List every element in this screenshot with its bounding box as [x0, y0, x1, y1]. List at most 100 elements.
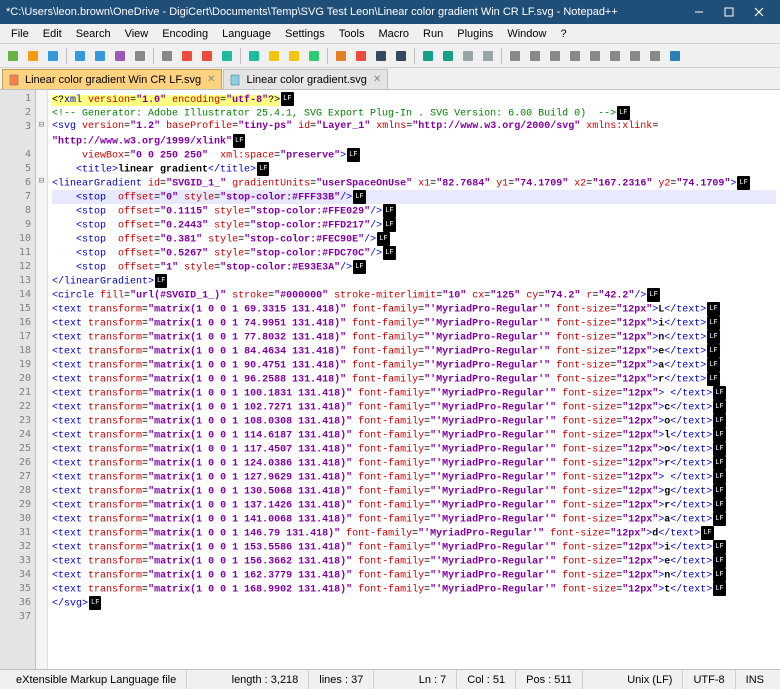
- code-line[interactable]: <text transform="matrix(1 0 0 1 77.8032 …: [52, 330, 776, 344]
- code-line[interactable]: <svg version="1.2" baseProfile="tiny-ps"…: [52, 120, 776, 134]
- status-mode[interactable]: INS: [736, 670, 774, 689]
- code-line[interactable]: <text transform="matrix(1 0 0 1 141.0068…: [52, 512, 776, 526]
- code-line[interactable]: </svg>LF: [52, 596, 776, 610]
- menu-view[interactable]: View: [118, 26, 156, 42]
- toolbar-button-0[interactable]: [4, 47, 22, 65]
- menu-edit[interactable]: Edit: [36, 26, 69, 42]
- toolbar-button-1[interactable]: [24, 47, 42, 65]
- tab-1[interactable]: Linear color gradient.svg ✕: [223, 69, 388, 89]
- toolbar-button-10[interactable]: [218, 47, 236, 65]
- menu-tools[interactable]: Tools: [332, 26, 372, 42]
- menu-help[interactable]: ?: [553, 26, 573, 42]
- code-line[interactable]: <linearGradient id="SVGID_1_" gradientUn…: [52, 176, 776, 190]
- menu-macro[interactable]: Macro: [371, 26, 416, 42]
- toolbar-button-28[interactable]: [606, 47, 624, 65]
- toolbar-button-12[interactable]: [265, 47, 283, 65]
- toolbar-button-8[interactable]: [178, 47, 196, 65]
- code-line[interactable]: </linearGradient>LF: [52, 274, 776, 288]
- toolbar-button-25[interactable]: [546, 47, 564, 65]
- code-line[interactable]: <circle fill="url(#SVGID_1_)" stroke="#0…: [52, 288, 776, 302]
- code-line[interactable]: <stop offset="0" style="stop-color:#FFF3…: [52, 190, 776, 204]
- menu-window[interactable]: Window: [500, 26, 553, 42]
- toolbar-button-6[interactable]: [131, 47, 149, 65]
- menubar: FileEditSearchViewEncodingLanguageSettin…: [0, 24, 780, 44]
- code-line[interactable]: <text transform="matrix(1 0 0 1 127.9629…: [52, 470, 776, 484]
- code-line[interactable]: <text transform="matrix(1 0 0 1 117.4507…: [52, 442, 776, 456]
- tab-0[interactable]: Linear color gradient Win CR LF.svg✕: [2, 69, 222, 89]
- toolbar-button-7[interactable]: [158, 47, 176, 65]
- menu-settings[interactable]: Settings: [278, 26, 332, 42]
- code-line[interactable]: <text transform="matrix(1 0 0 1 74.9951 …: [52, 316, 776, 330]
- code-line[interactable]: <stop offset="0.1115" style="stop-color:…: [52, 204, 776, 218]
- toolbar-button-20[interactable]: [439, 47, 457, 65]
- toolbar-button-19[interactable]: [419, 47, 437, 65]
- toolbar-button-2[interactable]: [44, 47, 62, 65]
- menu-search[interactable]: Search: [69, 26, 118, 42]
- toolbar-button-29[interactable]: [626, 47, 644, 65]
- window-title: *C:\Users\leon.brown\OneDrive - DigiCert…: [6, 6, 684, 18]
- code-line[interactable]: <text transform="matrix(1 0 0 1 96.2588 …: [52, 372, 776, 386]
- code-line[interactable]: <text transform="matrix(1 0 0 1 108.0308…: [52, 414, 776, 428]
- code-line[interactable]: <text transform="matrix(1 0 0 1 102.7271…: [52, 400, 776, 414]
- code-line[interactable]: "http://www.w3.org/1999/xlink"LF: [52, 134, 776, 148]
- toolbar-button-21[interactable]: [459, 47, 477, 65]
- toolbar-button-13[interactable]: [285, 47, 303, 65]
- code-line[interactable]: <stop offset="1" style="stop-color:#E93E…: [52, 260, 776, 274]
- menu-plugins[interactable]: Plugins: [450, 26, 500, 42]
- status-eol[interactable]: Unix (LF): [617, 670, 683, 689]
- editor[interactable]: 1234567891011121314151617181920212223242…: [0, 90, 780, 669]
- code-line[interactable]: <stop offset="0.2443" style="stop-color:…: [52, 218, 776, 232]
- code-line[interactable]: <text transform="matrix(1 0 0 1 114.6187…: [52, 428, 776, 442]
- code-area[interactable]: <?xml version="1.0" encoding="utf-8"?>LF…: [48, 90, 780, 669]
- toolbar-button-31[interactable]: [666, 47, 684, 65]
- code-line[interactable]: [52, 610, 776, 624]
- code-line[interactable]: <stop offset="0.381" style="stop-color:#…: [52, 232, 776, 246]
- toolbar-button-16[interactable]: [352, 47, 370, 65]
- maximize-button[interactable]: [714, 0, 744, 24]
- toolbar-button-22[interactable]: [479, 47, 497, 65]
- code-line[interactable]: <stop offset="0.5267" style="stop-color:…: [52, 246, 776, 260]
- code-line[interactable]: <text transform="matrix(1 0 0 1 162.3779…: [52, 568, 776, 582]
- menu-encoding[interactable]: Encoding: [155, 26, 215, 42]
- menu-run[interactable]: Run: [416, 26, 450, 42]
- menu-file[interactable]: File: [4, 26, 36, 42]
- minimize-button[interactable]: [684, 0, 714, 24]
- code-line[interactable]: <title>linear gradient</title>LF: [52, 162, 776, 176]
- code-line[interactable]: <text transform="matrix(1 0 0 1 130.5068…: [52, 484, 776, 498]
- fold-column[interactable]: ⊟⊟: [36, 90, 48, 669]
- code-line[interactable]: <?xml version="1.0" encoding="utf-8"?>LF: [52, 92, 776, 106]
- code-line[interactable]: <text transform="matrix(1 0 0 1 146.79 1…: [52, 526, 776, 540]
- code-line[interactable]: <text transform="matrix(1 0 0 1 124.0386…: [52, 456, 776, 470]
- code-line[interactable]: <!-- Generator: Adobe Illustrator 25.4.1…: [52, 106, 776, 120]
- toolbar-button-15[interactable]: [332, 47, 350, 65]
- toolbar-button-9[interactable]: [198, 47, 216, 65]
- code-line[interactable]: <text transform="matrix(1 0 0 1 100.1831…: [52, 386, 776, 400]
- code-line[interactable]: <text transform="matrix(1 0 0 1 137.1426…: [52, 498, 776, 512]
- toolbar-button-26[interactable]: [566, 47, 584, 65]
- code-line[interactable]: <text transform="matrix(1 0 0 1 84.4634 …: [52, 344, 776, 358]
- toolbar-button-4[interactable]: [91, 47, 109, 65]
- toolbar-button-17[interactable]: [372, 47, 390, 65]
- toolbar-button-24[interactable]: [526, 47, 544, 65]
- toolbar-button-18[interactable]: [392, 47, 410, 65]
- code-line[interactable]: <text transform="matrix(1 0 0 1 156.3662…: [52, 554, 776, 568]
- close-button[interactable]: [744, 0, 774, 24]
- close-tab-icon[interactable]: ✕: [207, 74, 215, 85]
- toolbar-button-14[interactable]: [305, 47, 323, 65]
- toolbar-button-5[interactable]: [111, 47, 129, 65]
- code-line[interactable]: <text transform="matrix(1 0 0 1 153.5586…: [52, 540, 776, 554]
- menu-language[interactable]: Language: [215, 26, 278, 42]
- toolbar-button-27[interactable]: [586, 47, 604, 65]
- toolbar-button-3[interactable]: [71, 47, 89, 65]
- toolbar-button-23[interactable]: [506, 47, 524, 65]
- tab-label: Linear color gradient.svg: [246, 74, 366, 86]
- code-line[interactable]: viewBox="0 0 250 250" xml:space="preserv…: [52, 148, 776, 162]
- status-enc[interactable]: UTF-8: [683, 670, 735, 689]
- close-tab-icon[interactable]: ✕: [373, 74, 381, 85]
- toolbar-button-30[interactable]: [646, 47, 664, 65]
- status-pos: Pos : 511: [516, 670, 583, 689]
- code-line[interactable]: <text transform="matrix(1 0 0 1 69.3315 …: [52, 302, 776, 316]
- toolbar-button-11[interactable]: [245, 47, 263, 65]
- code-line[interactable]: <text transform="matrix(1 0 0 1 90.4751 …: [52, 358, 776, 372]
- code-line[interactable]: <text transform="matrix(1 0 0 1 168.9902…: [52, 582, 776, 596]
